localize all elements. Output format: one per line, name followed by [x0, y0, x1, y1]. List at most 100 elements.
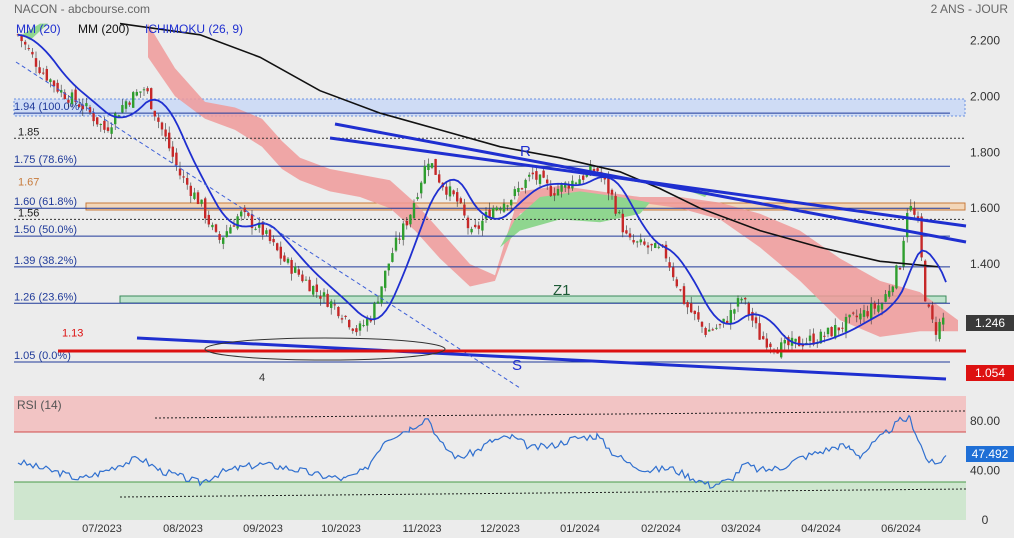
candle-body	[49, 79, 52, 82]
level-label: 1.13	[62, 328, 83, 340]
annotation-z1: Z1	[553, 282, 571, 299]
candle-body	[103, 120, 106, 130]
fib-label: 1.39 (38.2%)	[14, 255, 77, 267]
candle-body	[542, 170, 545, 178]
candle-body	[931, 305, 934, 320]
y-tick-label: 1.600	[970, 201, 1000, 215]
candle-body	[448, 186, 452, 197]
candle-body	[506, 205, 509, 207]
candle-body	[898, 267, 902, 270]
candle-body	[927, 304, 930, 307]
candle-body	[456, 192, 459, 202]
candle-body	[99, 123, 102, 125]
candle-body	[207, 214, 210, 225]
candle-body	[402, 223, 405, 240]
candle-body	[232, 225, 236, 227]
candle-body	[884, 294, 887, 302]
candle-body	[351, 328, 354, 331]
candle-body	[668, 262, 671, 268]
candle-body	[837, 327, 840, 331]
candle-body	[934, 322, 938, 335]
candle-body	[873, 303, 876, 309]
candle-body	[639, 239, 642, 243]
candle-body	[643, 241, 646, 245]
candle-body	[675, 279, 678, 287]
candle-body	[553, 193, 556, 196]
candle-body	[315, 284, 318, 292]
candle-body	[538, 174, 542, 184]
legend-ichimoku: ICHIMOKU (26, 9)	[145, 22, 243, 36]
candle-body	[474, 224, 477, 228]
candle-body	[700, 321, 704, 327]
candle-body	[193, 192, 196, 199]
candle-body	[376, 301, 380, 304]
candle-body	[366, 318, 369, 326]
candle-body	[502, 203, 506, 212]
candle-body	[438, 174, 441, 183]
candle-body	[693, 310, 696, 315]
candle-body	[290, 259, 293, 274]
candle-body	[211, 224, 214, 228]
fib-label: 1.75 (78.6%)	[14, 154, 77, 166]
candle-body	[243, 207, 246, 213]
candle-body	[463, 204, 466, 216]
candle-body	[31, 51, 34, 55]
candle-body	[870, 303, 873, 319]
level-label: 1.67	[18, 177, 39, 189]
candle-body	[736, 298, 740, 307]
candle-body	[510, 199, 513, 206]
rsi-last-value: 47.492	[972, 447, 1009, 461]
candle-body	[794, 338, 797, 342]
legend-mm200: MM (200)	[78, 22, 129, 36]
candle-body	[895, 265, 898, 289]
candle-body	[434, 158, 437, 175]
candle-body	[859, 313, 862, 320]
candle-body	[355, 328, 358, 333]
candle-body	[164, 129, 167, 137]
candle-body	[420, 182, 423, 194]
candle-body	[754, 317, 758, 324]
candle-body	[520, 188, 524, 190]
candle-body	[708, 329, 711, 332]
candle-body	[168, 132, 171, 149]
candle-body	[42, 72, 45, 74]
candle-body	[654, 243, 657, 248]
rsi-overbought-zone	[14, 396, 966, 432]
candle-body	[430, 163, 434, 168]
candle-body	[308, 279, 311, 292]
candle-body	[852, 312, 855, 314]
candle-body	[222, 237, 225, 244]
candle-body	[924, 260, 927, 302]
candle-body	[265, 230, 268, 234]
candle-body	[744, 297, 747, 300]
candle-body	[92, 113, 95, 122]
candle-body	[362, 325, 365, 327]
candle-body	[236, 216, 239, 229]
candle-body	[942, 317, 945, 325]
candle-body	[574, 182, 578, 184]
candle-body	[38, 67, 41, 74]
candle-body	[582, 175, 585, 180]
candle-body	[549, 185, 552, 197]
candle-body	[855, 315, 858, 318]
candle-body	[866, 311, 869, 317]
candle-body	[276, 243, 279, 251]
candle-body	[546, 179, 549, 184]
candle-body	[679, 289, 682, 291]
candle-body	[171, 146, 174, 157]
level-label: 1.85	[18, 126, 39, 138]
candle-body	[740, 298, 743, 301]
candle-body	[200, 199, 203, 204]
candle-body	[614, 195, 617, 214]
price-chart[interactable]: 1.94 (100.0%)1.75 (78.6%)1.60 (61.8%)1.5…	[0, 0, 1014, 538]
rsi-oversold-zone	[14, 482, 966, 520]
candle-body	[114, 113, 117, 125]
candle-body	[409, 214, 412, 225]
annotation-s: S	[512, 357, 522, 374]
candle-body	[844, 316, 848, 332]
candle-body	[704, 328, 707, 335]
candle-body	[535, 171, 538, 180]
x-tick-label: 02/2024	[641, 523, 681, 535]
candle-body	[322, 292, 326, 297]
candle-body	[106, 127, 110, 131]
